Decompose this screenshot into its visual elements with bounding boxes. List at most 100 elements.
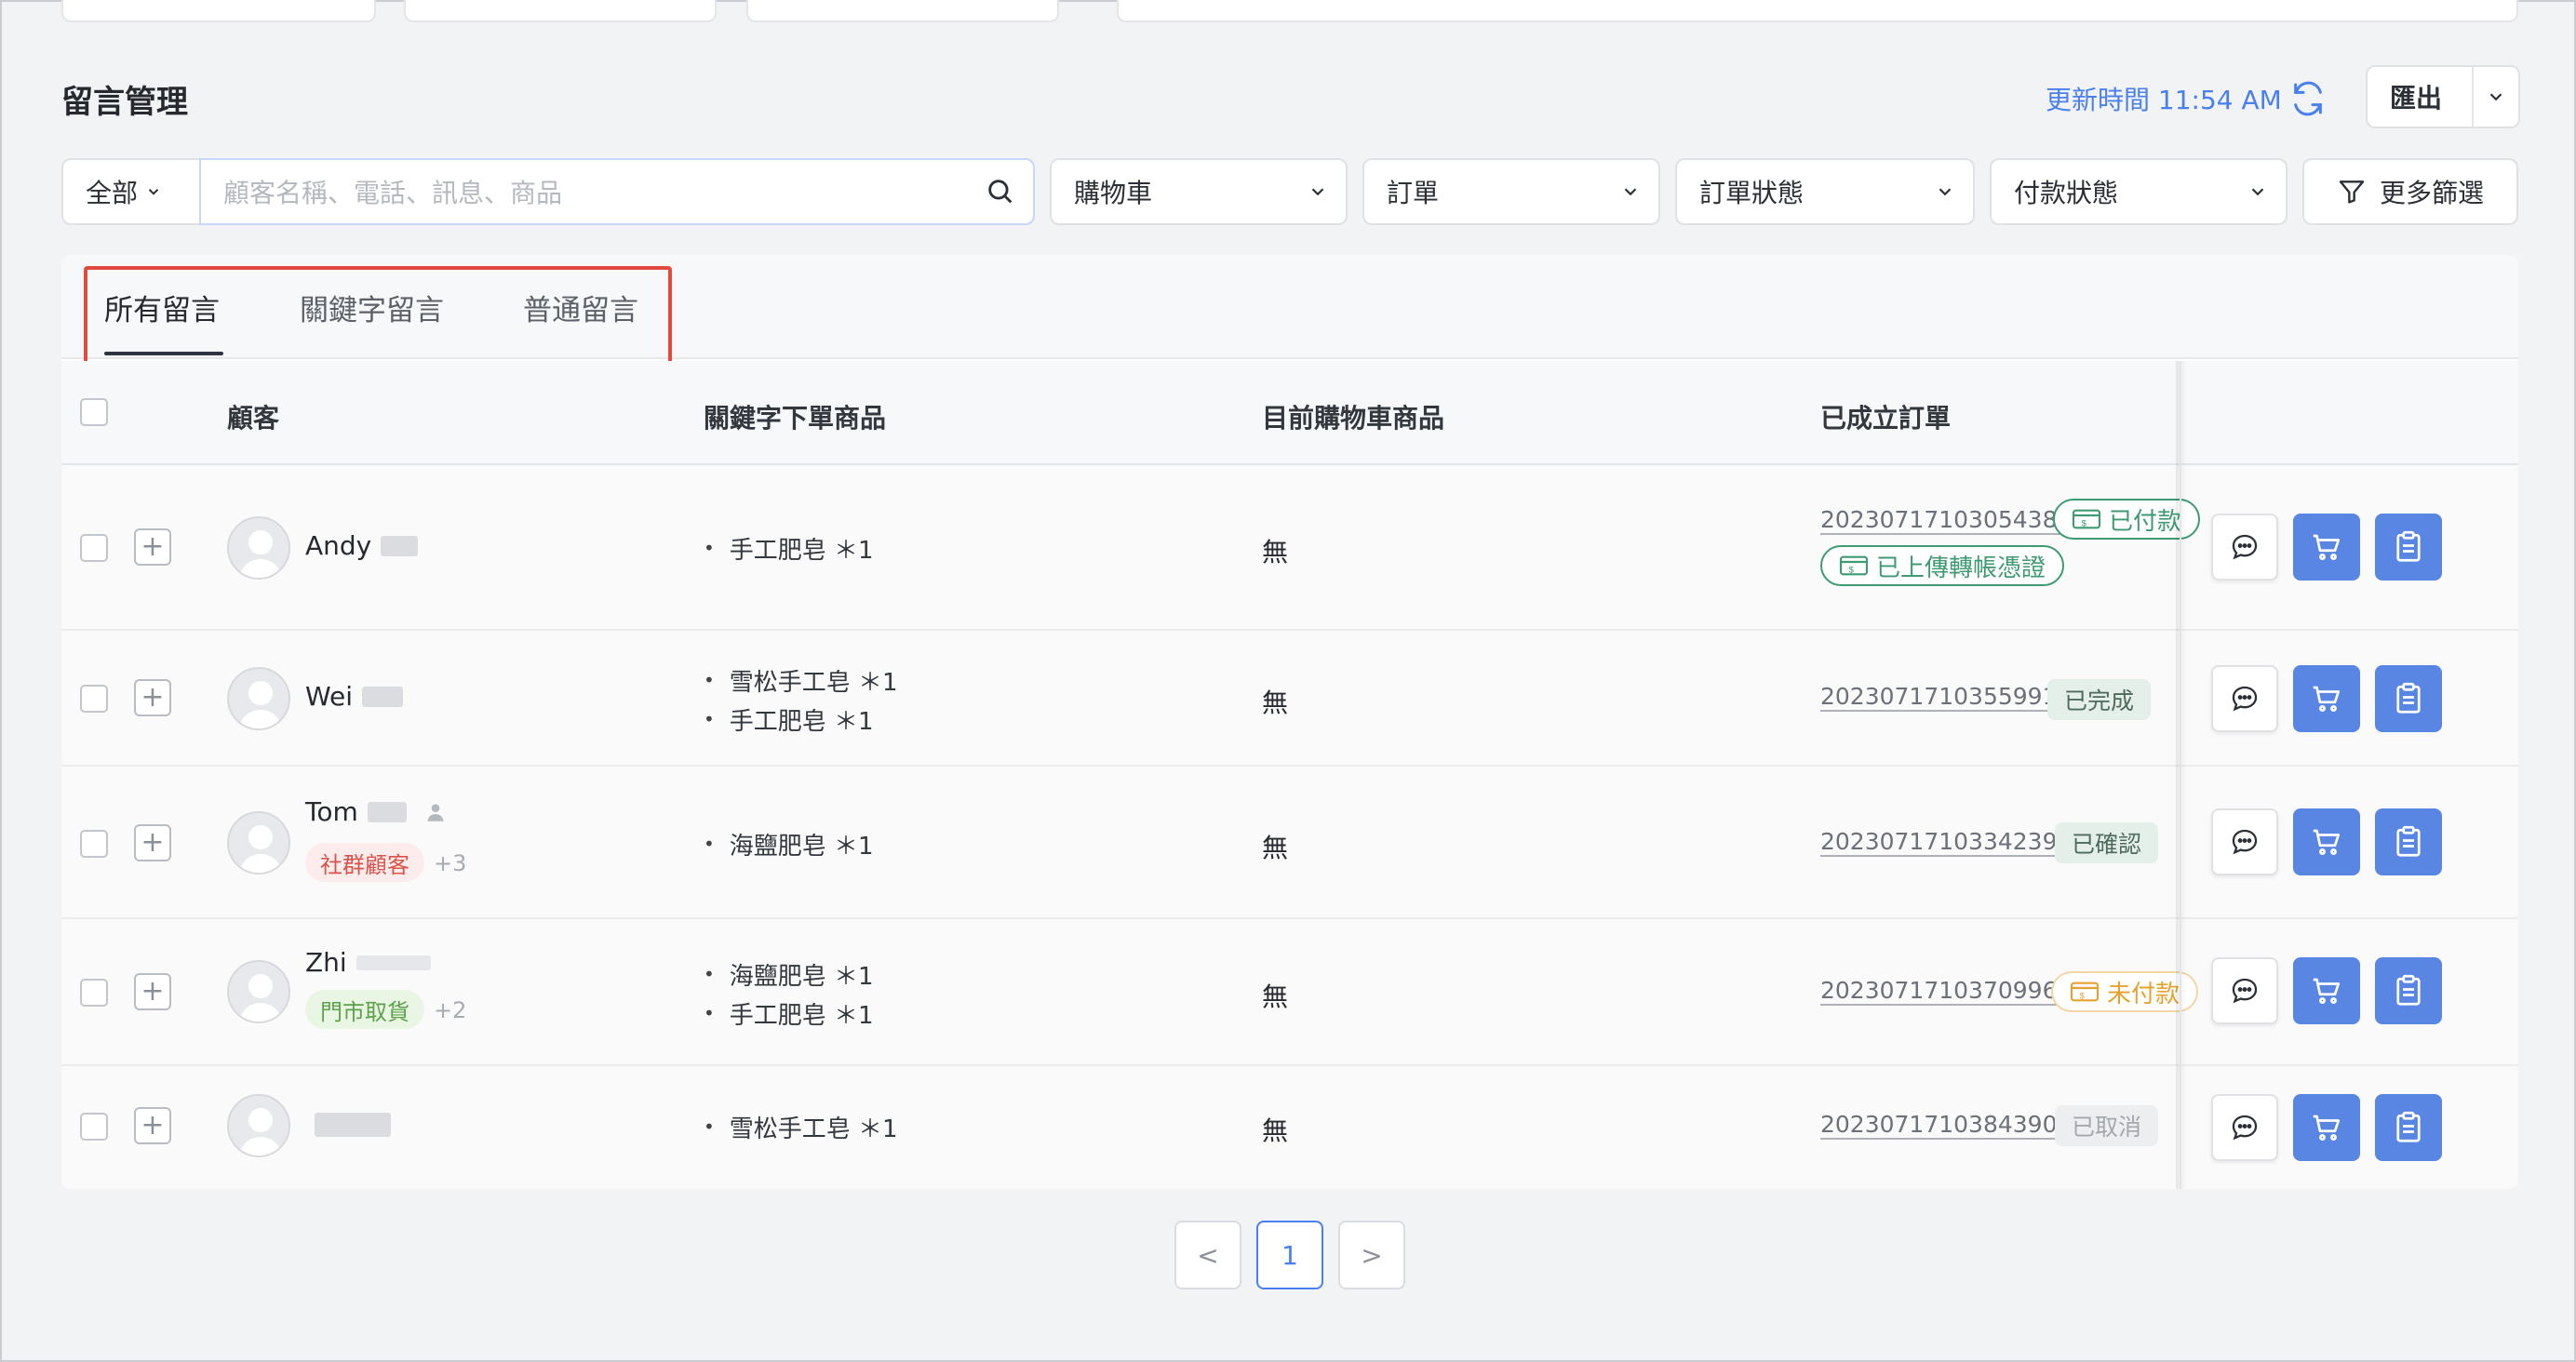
- cart-filter[interactable]: 購物車: [1050, 158, 1348, 225]
- cart-button[interactable]: [2293, 514, 2360, 581]
- customer-name[interactable]: Zhi: [305, 947, 431, 978]
- search-input[interactable]: 顧客名稱、電話、訊息、商品: [199, 158, 1035, 225]
- order-button[interactable]: [2375, 1094, 2442, 1161]
- message-button[interactable]: [2211, 1094, 2278, 1161]
- row-checkbox[interactable]: [80, 1113, 108, 1141]
- page-1-button[interactable]: 1: [1256, 1221, 1323, 1289]
- cart-icon: [2313, 978, 2341, 1004]
- avatar: [227, 811, 290, 875]
- payment-status-filter-label: 付款狀態: [2014, 178, 2119, 208]
- keyword-products: 雪松手工皂 ＊1: [704, 1107, 898, 1146]
- top-card: [1117, 0, 2518, 22]
- order-button[interactable]: [2375, 808, 2442, 875]
- chevron-down-icon: [1917, 181, 1973, 202]
- cart-button[interactable]: [2293, 957, 2360, 1024]
- more-filters-label: 更多篩選: [2379, 178, 2484, 208]
- row-checkbox[interactable]: [80, 830, 108, 858]
- expand-icon[interactable]: +: [134, 973, 171, 1010]
- order-button[interactable]: [2375, 665, 2442, 732]
- chat-icon: [2232, 686, 2258, 712]
- chat-icon: [2232, 534, 2258, 560]
- customer-name-text: Wei: [305, 681, 354, 712]
- column-customer: 顧客: [227, 403, 280, 434]
- customer-name-text: Zhi: [305, 947, 347, 978]
- keyword-products: 雪松手工皂 ＊1 手工肥皂 ＊1: [704, 661, 898, 739]
- customer-name[interactable]: Tom: [305, 796, 448, 827]
- tag-more-count[interactable]: +3: [434, 850, 466, 876]
- status-badge: 已取消: [2055, 1105, 2159, 1146]
- message-button[interactable]: [2211, 665, 2278, 732]
- order-filter[interactable]: 訂單: [1362, 158, 1660, 225]
- top-card: [404, 0, 717, 22]
- order-button[interactable]: [2375, 957, 2442, 1024]
- clipboard-icon: [2396, 530, 2421, 562]
- customer-name-text: Andy: [305, 530, 372, 561]
- chevron-down-icon[interactable]: [2474, 87, 2518, 107]
- refresh-icon[interactable]: [2289, 80, 2327, 117]
- payment-icon: $: [1839, 555, 1869, 576]
- message-button[interactable]: [2211, 514, 2278, 581]
- chevron-down-icon: [145, 183, 162, 200]
- update-time[interactable]: 更新時間 11:54 AM: [2046, 80, 2327, 117]
- cart-icon: [2313, 1115, 2341, 1141]
- cart-button[interactable]: [2293, 808, 2360, 875]
- row-checkbox[interactable]: [80, 534, 108, 562]
- cart-products: 無: [1262, 688, 1289, 718]
- row-checkbox[interactable]: [80, 979, 108, 1007]
- cart-icon: [2313, 534, 2341, 560]
- export-button[interactable]: 匯出: [2366, 65, 2520, 128]
- cart-products: 無: [1262, 537, 1289, 568]
- customer-name[interactable]: Andy: [305, 530, 419, 561]
- cart-products: 無: [1262, 1115, 1289, 1146]
- message-button[interactable]: [2211, 808, 2278, 875]
- order-number[interactable]: 20230717103342398: [1820, 828, 2072, 855]
- chevron-down-icon: [1290, 181, 1346, 202]
- customer-name[interactable]: Wei: [305, 681, 404, 712]
- expand-icon[interactable]: +: [134, 679, 171, 716]
- next-page-button[interactable]: >: [1338, 1221, 1405, 1289]
- scope-select[interactable]: 全部: [61, 158, 201, 225]
- avatar: [227, 960, 290, 1023]
- clipboard-icon: [2396, 974, 2421, 1006]
- prev-page-button[interactable]: <: [1174, 1221, 1241, 1289]
- expand-icon[interactable]: +: [134, 528, 171, 566]
- cart-button[interactable]: [2293, 665, 2360, 732]
- cart-button[interactable]: [2293, 1094, 2360, 1161]
- customer-name[interactable]: [305, 1113, 391, 1137]
- keyword-products: 海鹽肥皂 ＊1: [704, 824, 874, 863]
- column-keyword-products: 關鍵字下單商品: [704, 403, 887, 434]
- comments-panel: 所有留言 關鍵字留言 普通留言 顧客 關鍵字下單商品 目前購物車商品 已成立訂單…: [61, 255, 2518, 1189]
- cart-products: 無: [1262, 833, 1289, 863]
- select-all-checkbox[interactable]: [80, 398, 108, 426]
- avatar: [227, 667, 290, 730]
- chat-icon: [2232, 829, 2258, 855]
- order-number[interactable]: 20230717103843905: [1820, 1111, 2072, 1138]
- expand-icon[interactable]: +: [134, 824, 171, 861]
- customer-name-text: Tom: [305, 796, 358, 827]
- payment-status-filter[interactable]: 付款狀態: [1990, 158, 2288, 225]
- table-row: + Wei 雪松手工皂 ＊1 手工肥皂 ＊1 無 202307171035599…: [61, 631, 2518, 767]
- customer-tag: 門市取貨: [305, 990, 424, 1029]
- svg-text:$: $: [1849, 565, 1855, 574]
- table-row: + Andy 手工肥皂 ＊1 無 20230717103054382 $ 已付款…: [61, 465, 2518, 631]
- top-card: [61, 0, 376, 22]
- search-icon[interactable]: [968, 176, 1033, 207]
- order-number[interactable]: 20230717103709969: [1820, 977, 2072, 1004]
- redacted: [315, 1113, 391, 1137]
- product-item: 雪松手工皂 ＊1: [704, 1107, 898, 1146]
- product-item: 海鹽肥皂 ＊1: [704, 955, 874, 994]
- expand-icon[interactable]: +: [134, 1107, 171, 1144]
- table-header: 顧客 關鍵字下單商品 目前購物車商品 已成立訂單: [61, 361, 2518, 465]
- row-checkbox[interactable]: [80, 685, 108, 713]
- order-status-filter[interactable]: 訂單狀態: [1675, 158, 1975, 225]
- order-number[interactable]: 20230717103559915: [1820, 683, 2072, 710]
- message-button[interactable]: [2211, 957, 2278, 1024]
- more-filters-button[interactable]: 更多篩選: [2302, 158, 2518, 225]
- tag-more-count[interactable]: +2: [434, 997, 466, 1023]
- user-icon: [427, 803, 444, 821]
- order-button[interactable]: [2375, 514, 2442, 581]
- search-placeholder: 顧客名稱、電話、訊息、商品: [223, 178, 563, 208]
- svg-text:$: $: [2080, 991, 2086, 1000]
- order-number[interactable]: 20230717103054382: [1820, 506, 2072, 533]
- product-item: 海鹽肥皂 ＊1: [704, 824, 874, 863]
